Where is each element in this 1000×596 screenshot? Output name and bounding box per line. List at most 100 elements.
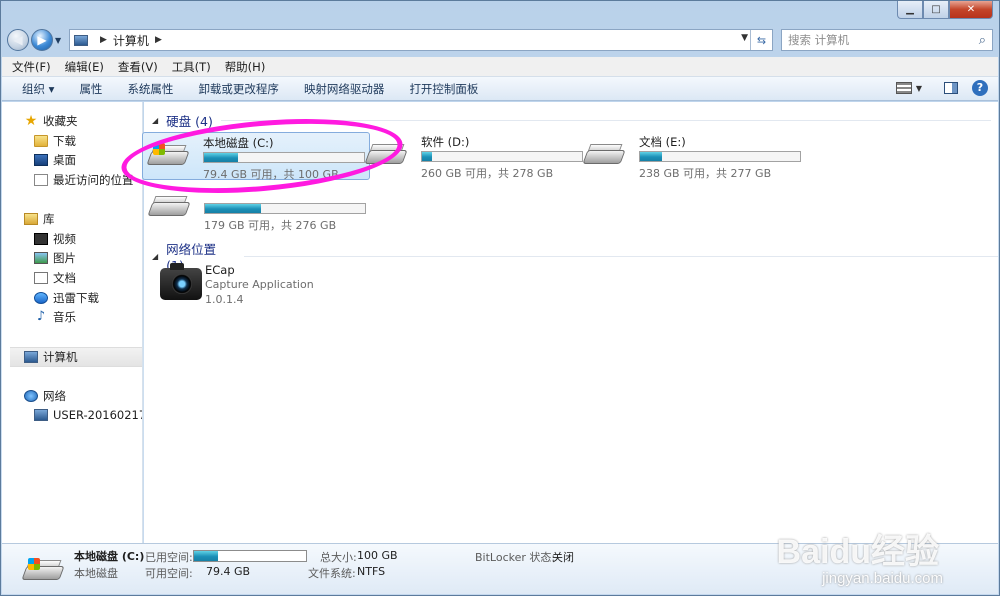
camera-icon	[160, 263, 202, 300]
details-bitlocker-label: BitLocker 状态:	[475, 551, 556, 564]
menu-tools[interactable]: 工具(T)	[172, 59, 211, 75]
explorer-window: ▁ □ ✕ ◀ ▶ ▼ ▶ 计算机 ▶ ▼ ⇆ 搜索 计算机 ⌕ 文件(F) 编…	[0, 0, 1000, 596]
drive-f[interactable]: 179 GB 可用，共 276 GB	[144, 184, 366, 232]
sidebar-item-label: 图片	[53, 251, 76, 265]
menu-view[interactable]: 查看(V)	[118, 59, 158, 75]
app-version: 1.0.1.4	[205, 293, 244, 306]
drive-name: 本地磁盘 (C:)	[203, 136, 274, 150]
app-description: Capture Application	[205, 278, 314, 291]
address-dropdown-icon[interactable]: ▼	[741, 33, 748, 43]
menu-bar: 文件(F) 编辑(E) 查看(V) 工具(T) 帮助(H)	[2, 57, 998, 77]
drive-d[interactable]: 软件 (D:) 260 GB 可用，共 278 GB	[361, 132, 583, 180]
drive-name: 文档 (E:)	[639, 135, 686, 149]
sidebar-item-label: 桌面	[53, 153, 76, 167]
drive-c[interactable]: 本地磁盘 (C:) 79.4 GB 可用，共 100 GB	[142, 132, 370, 181]
refresh-icon[interactable]: ⇆	[750, 30, 772, 50]
app-name: ECap	[205, 263, 235, 277]
sidebar-item-label: 网络	[43, 389, 66, 403]
command-bar-right: ▼ ?	[895, 80, 988, 96]
search-input[interactable]: 搜索 计算机 ⌕	[781, 29, 993, 51]
details-bitlocker-value: 关闭	[552, 551, 574, 564]
minimize-button[interactable]: ▁	[897, 1, 923, 19]
sidebar-item-label: 库	[43, 212, 55, 226]
details-drive-name: 本地磁盘 (C:)	[74, 550, 145, 563]
recent-pages-dropdown[interactable]: ▼	[55, 36, 65, 45]
sidebar-item-computer[interactable]: 计算机	[10, 347, 142, 367]
sidebar-item-downloads[interactable]: 下载	[34, 132, 76, 150]
drive-usage-bar	[203, 152, 365, 163]
windows-drive-icon	[146, 143, 190, 169]
sidebar-item-network-computer[interactable]: USER-20160217TN	[34, 406, 142, 424]
sidebar-item-music[interactable]: ♪ 音乐	[34, 308, 76, 326]
breadcrumb-separator-icon[interactable]: ▶	[100, 35, 107, 45]
change-view-icon[interactable]	[895, 82, 912, 94]
menu-edit[interactable]: 编辑(E)	[65, 59, 104, 75]
sidebar-item-favorites[interactable]: ★ 收藏夹	[24, 112, 78, 130]
menu-file[interactable]: 文件(F)	[12, 59, 51, 75]
group-divider	[220, 120, 991, 121]
command-bar: 组织 ▾ 属性 系统属性 卸载或更改程序 映射网络驱动器 打开控制面板 ▼ ?	[2, 77, 998, 101]
desktop-icon	[34, 154, 48, 166]
sidebar-item-label: 文档	[53, 271, 76, 285]
uninstall-program-button[interactable]: 卸载或更改程序	[198, 81, 279, 97]
preview-pane-icon[interactable]	[944, 82, 958, 94]
group-header-network-locations[interactable]: ◢ 网络位置 (1)	[152, 239, 998, 273]
menu-help[interactable]: 帮助(H)	[225, 59, 266, 75]
details-used-label: 已用空间:	[145, 551, 193, 564]
organize-button[interactable]: 组织 ▾	[22, 81, 54, 97]
sidebar-item-label: 最近访问的位置	[53, 173, 134, 187]
baidu-watermark: Baidu经验	[776, 533, 939, 571]
drive-free-space: 179 GB 可用，共 276 GB	[204, 219, 337, 232]
help-icon[interactable]: ?	[972, 80, 988, 96]
navigation-pane: ★ 收藏夹 下载 桌面 最近访问的位置 库 视频 图片 文档 迅雷下载 ♪ 音乐…	[2, 102, 143, 543]
drive-e[interactable]: 文档 (E:) 238 GB 可用，共 277 GB	[579, 132, 801, 180]
sidebar-item-label: 视频	[53, 232, 76, 246]
details-free-value: 79.4 GB	[206, 565, 251, 578]
sidebar-item-documents[interactable]: 文档	[34, 269, 76, 287]
star-icon: ★	[24, 113, 38, 129]
drive-free-space: 79.4 GB 可用，共 100 GB	[203, 168, 339, 181]
close-button[interactable]: ✕	[949, 1, 993, 19]
pictures-icon	[34, 252, 48, 264]
sidebar-item-desktop[interactable]: 桌面	[34, 151, 76, 169]
sidebar-item-label: 迅雷下载	[53, 291, 99, 305]
sidebar-item-libraries[interactable]: 库	[24, 210, 55, 228]
network-computer-icon	[34, 409, 48, 421]
open-control-panel-button[interactable]: 打开控制面板	[409, 81, 478, 97]
details-free-label: 可用空间:	[145, 567, 193, 580]
search-icon[interactable]: ⌕	[979, 33, 986, 48]
windows-drive-icon	[21, 558, 65, 586]
computer-icon	[24, 351, 38, 363]
maximize-button[interactable]: □	[923, 1, 949, 19]
hard-drive-icon	[147, 194, 191, 220]
address-bar[interactable]: ▶ 计算机 ▶ ▼ ⇆	[69, 29, 773, 51]
forward-button[interactable]: ▶	[31, 29, 53, 51]
group-header-hard-disks[interactable]: ◢ 硬盘 (4)	[152, 111, 991, 130]
group-divider	[244, 255, 998, 257]
map-network-drive-button[interactable]: 映射网络驱动器	[304, 81, 385, 97]
video-icon	[34, 233, 48, 245]
baidu-watermark-url: jingyan.baidu.com	[822, 570, 943, 587]
back-button[interactable]: ◀	[7, 29, 29, 51]
breadcrumb-separator-icon[interactable]: ▶	[155, 35, 162, 45]
breadcrumb-computer[interactable]: 计算机	[113, 32, 149, 49]
collapse-arrow-icon[interactable]: ◢	[152, 252, 158, 261]
navigation-row: ◀ ▶ ▼ ▶ 计算机 ▶ ▼ ⇆ 搜索 计算机 ⌕	[7, 27, 993, 53]
sidebar-item-recent-places[interactable]: 最近访问的位置	[34, 171, 134, 189]
sidebar-item-network[interactable]: 网络	[24, 387, 66, 405]
view-options-dropdown-icon[interactable]: ▼	[916, 84, 922, 93]
sidebar-item-pictures[interactable]: 图片	[34, 249, 76, 267]
details-fs-value: NTFS	[357, 565, 386, 578]
search-placeholder: 搜索 计算机	[788, 33, 850, 47]
sidebar-item-label: 下载	[53, 134, 76, 148]
xunlei-icon	[34, 292, 48, 304]
collapse-arrow-icon[interactable]: ◢	[152, 116, 158, 125]
details-drive-type: 本地磁盘	[74, 567, 118, 580]
drive-name: 软件 (D:)	[421, 135, 470, 149]
hard-drive-icon	[364, 142, 408, 168]
properties-button[interactable]: 属性	[79, 81, 102, 97]
drive-usage-bar	[639, 151, 801, 162]
sidebar-item-videos[interactable]: 视频	[34, 230, 76, 248]
sidebar-item-xunlei-downloads[interactable]: 迅雷下载	[34, 289, 99, 307]
system-properties-button[interactable]: 系统属性	[127, 81, 173, 97]
